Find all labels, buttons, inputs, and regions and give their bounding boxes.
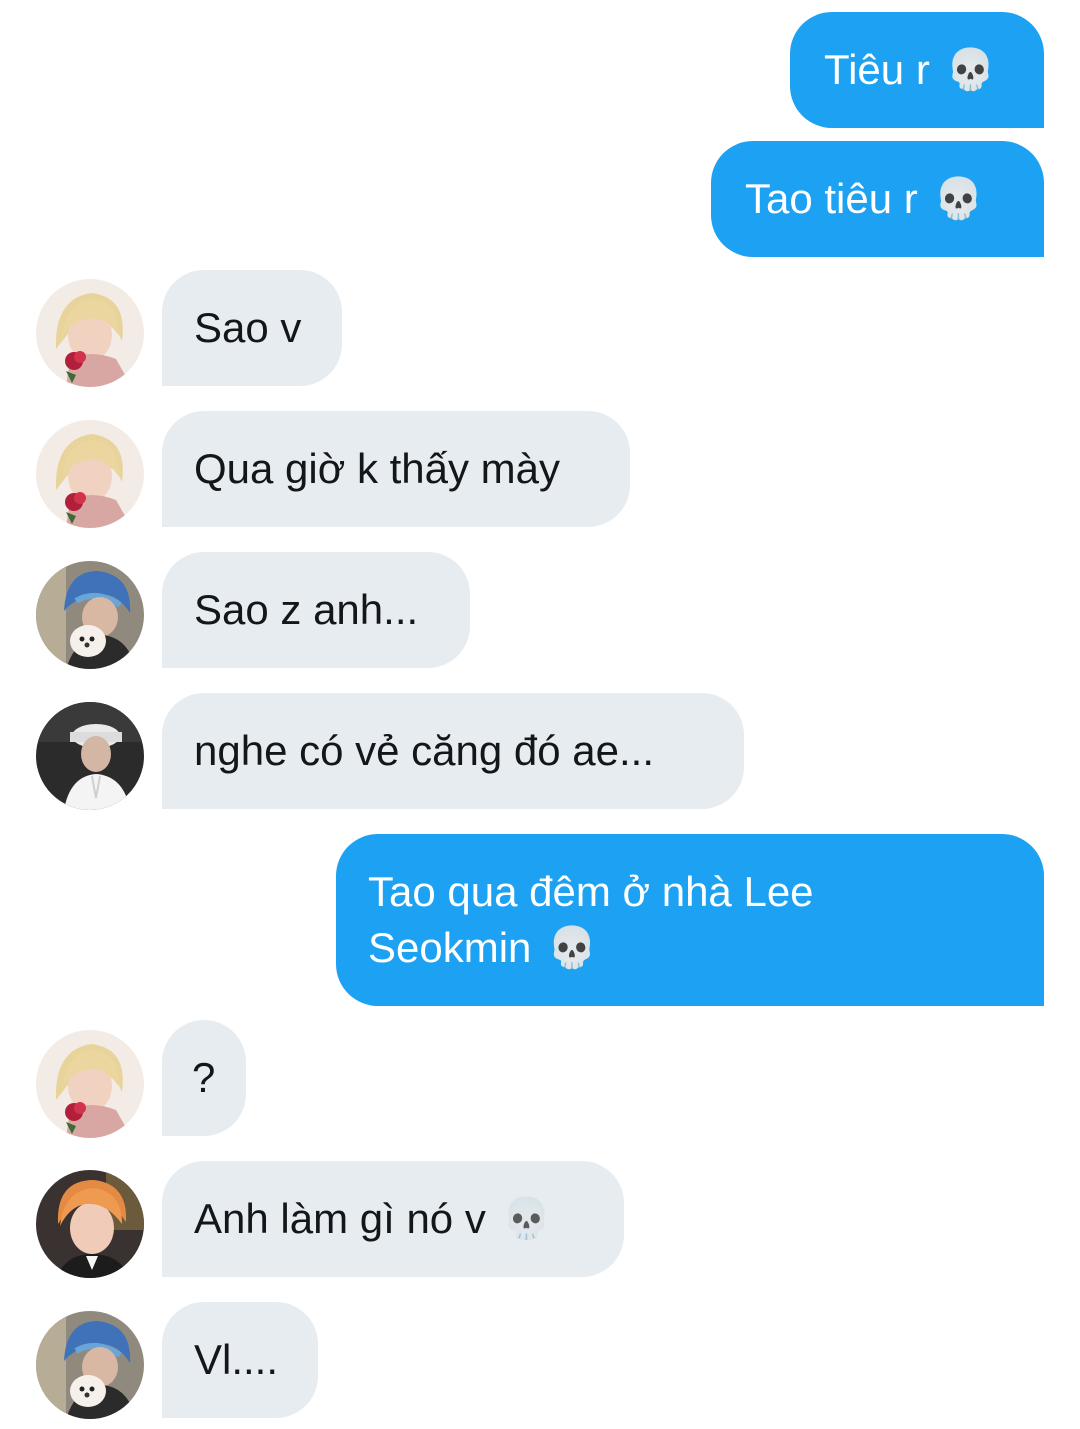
message-text: Tao tiêu r: [745, 175, 918, 222]
skull-emoji-icon: 💀: [547, 925, 598, 971]
message-text: Sao v: [194, 304, 302, 351]
skull-emoji-icon: 💀: [945, 47, 996, 93]
message-bubble-incoming[interactable]: Sao v: [162, 270, 342, 386]
message-line: Tao qua đêm ở nhà Lee: [368, 868, 814, 915]
avatar[interactable]: [36, 279, 144, 387]
message-bubble-incoming[interactable]: Anh làm gì nó v 💀: [162, 1161, 624, 1277]
message-text: Vl....: [194, 1336, 279, 1383]
avatar[interactable]: [36, 1030, 144, 1138]
avatar-image: [36, 702, 144, 810]
message-text: Tiêu r: [824, 46, 930, 93]
avatar-image: [36, 561, 144, 669]
avatar-image: [36, 420, 144, 528]
skull-emoji-icon: 💀: [501, 1196, 552, 1242]
message-text: nghe có vẻ căng đó ae...: [194, 727, 655, 774]
avatar[interactable]: [36, 420, 144, 528]
message-text: ?: [192, 1054, 216, 1101]
message-bubble-outgoing[interactable]: Tao qua đêm ở nhà Lee Seokmin 💀: [336, 834, 1044, 1006]
skull-emoji-icon: 💀: [933, 176, 984, 222]
message-text: Sao z anh...: [194, 586, 419, 633]
message-bubble-incoming[interactable]: nghe có vẻ căng đó ae...: [162, 693, 744, 809]
avatar[interactable]: [36, 561, 144, 669]
message-text: Qua giờ k thấy mày: [194, 445, 561, 492]
message-bubble-incoming[interactable]: Sao z anh...: [162, 552, 470, 668]
avatar-image: [36, 1311, 144, 1419]
avatar-image: [36, 1030, 144, 1138]
avatar-image: [36, 279, 144, 387]
avatar[interactable]: [36, 1170, 144, 1278]
message-bubble-outgoing[interactable]: Tiêu r 💀: [790, 12, 1044, 128]
message-bubble-incoming[interactable]: Qua giờ k thấy mày: [162, 411, 630, 527]
message-line: Seokmin: [368, 924, 532, 971]
avatar[interactable]: [36, 702, 144, 810]
avatar-image: [36, 1170, 144, 1278]
message-text: Anh làm gì nó v: [194, 1195, 486, 1242]
avatar[interactable]: [36, 1311, 144, 1419]
message-bubble-incoming[interactable]: Vl....: [162, 1302, 318, 1418]
message-bubble-outgoing[interactable]: Tao tiêu r 💀: [711, 141, 1044, 257]
message-bubble-incoming[interactable]: ?: [162, 1020, 246, 1136]
